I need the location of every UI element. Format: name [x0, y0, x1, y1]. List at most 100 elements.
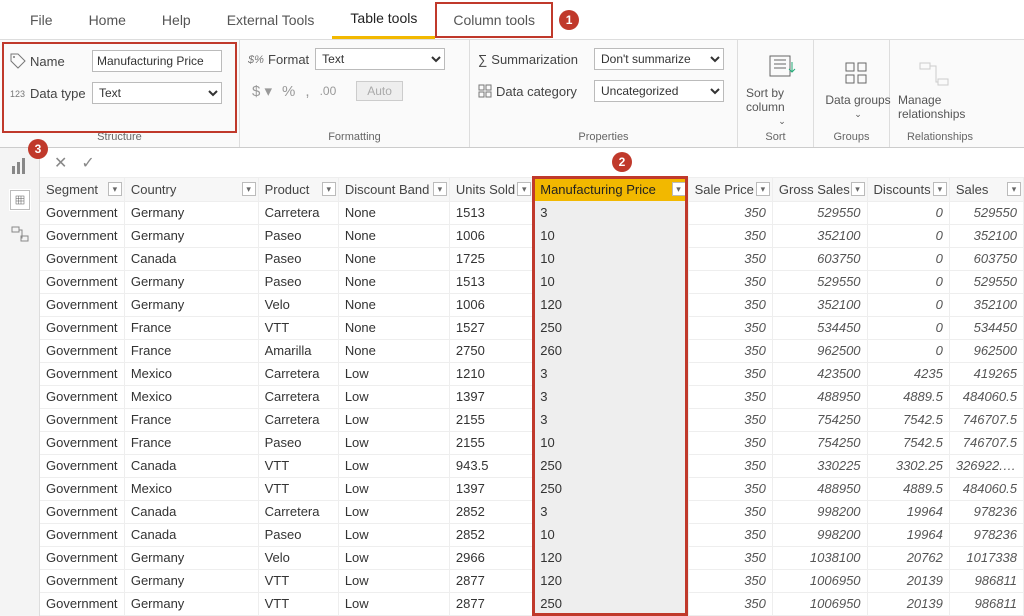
table-cell[interactable]: Paseo [258, 431, 338, 454]
table-cell[interactable]: 1513 [449, 201, 533, 224]
table-cell[interactable]: 484060.5 [949, 385, 1023, 408]
table-cell[interactable]: 534450 [772, 316, 867, 339]
table-cell[interactable]: Low [338, 523, 449, 546]
percent-icon[interactable]: % [282, 83, 295, 100]
table-cell[interactable]: 2750 [449, 339, 533, 362]
menu-external-tools[interactable]: External Tools [209, 2, 333, 38]
column-header[interactable]: Units Sold▾ [449, 178, 533, 201]
table-cell[interactable]: 19964 [867, 523, 949, 546]
table-cell[interactable]: None [338, 293, 449, 316]
table-cell[interactable]: 2877 [449, 592, 533, 615]
table-cell[interactable]: Germany [124, 569, 258, 592]
column-header[interactable]: Discounts▾ [867, 178, 949, 201]
table-cell[interactable]: 3 [534, 201, 688, 224]
table-cell[interactable]: None [338, 201, 449, 224]
table-cell[interactable]: 754250 [772, 408, 867, 431]
table-cell[interactable]: 0 [867, 201, 949, 224]
table-cell[interactable]: 1527 [449, 316, 533, 339]
table-cell[interactable]: 1038100 [772, 546, 867, 569]
table-cell[interactable]: 350 [688, 201, 772, 224]
table-cell[interactable]: 10 [534, 247, 688, 270]
auto-box[interactable]: Auto [356, 81, 403, 101]
table-cell[interactable]: Government [40, 477, 124, 500]
data-groups-button[interactable]: Data groups⌄ [822, 46, 894, 129]
table-row[interactable]: GovernmentGermanyVeloLow2966120350103810… [40, 546, 1024, 569]
table-cell[interactable]: 3 [534, 362, 688, 385]
name-input[interactable] [92, 50, 222, 72]
column-header[interactable]: Discount Band▾ [338, 178, 449, 201]
table-cell[interactable]: Carretera [258, 500, 338, 523]
table-cell[interactable]: Germany [124, 270, 258, 293]
table-cell[interactable]: Mexico [124, 385, 258, 408]
table-cell[interactable]: 260 [534, 339, 688, 362]
column-filter-icon[interactable]: ▾ [933, 182, 947, 196]
table-cell[interactable]: Paseo [258, 224, 338, 247]
cancel-formula-icon[interactable]: ✕ [54, 153, 67, 173]
table-cell[interactable]: 4235 [867, 362, 949, 385]
table-row[interactable]: GovernmentMexicoCarreteraLow121033504235… [40, 362, 1024, 385]
table-cell[interactable]: Canada [124, 247, 258, 270]
table-cell[interactable]: 250 [534, 316, 688, 339]
column-header[interactable]: Country▾ [124, 178, 258, 201]
table-cell[interactable]: Government [40, 569, 124, 592]
column-filter-icon[interactable]: ▾ [851, 182, 865, 196]
table-cell[interactable]: 488950 [772, 385, 867, 408]
column-filter-icon[interactable]: ▾ [517, 182, 531, 196]
table-cell[interactable]: Low [338, 546, 449, 569]
table-cell[interactable]: 746707.5 [949, 431, 1023, 454]
menu-home[interactable]: Home [71, 2, 144, 38]
table-cell[interactable]: 1006950 [772, 569, 867, 592]
table-cell[interactable]: 1397 [449, 385, 533, 408]
table-cell[interactable]: 754250 [772, 431, 867, 454]
table-cell[interactable]: 2852 [449, 523, 533, 546]
menu-file[interactable]: File [12, 2, 71, 38]
table-cell[interactable]: 350 [688, 339, 772, 362]
table-cell[interactable]: 350 [688, 408, 772, 431]
table-cell[interactable]: Low [338, 431, 449, 454]
table-cell[interactable]: 350 [688, 316, 772, 339]
table-cell[interactable]: 352100 [949, 293, 1023, 316]
table-cell[interactable]: 529550 [949, 270, 1023, 293]
column-header[interactable]: Segment▾ [40, 178, 124, 201]
table-row[interactable]: GovernmentFrancePaseoLow2155103507542507… [40, 431, 1024, 454]
table-cell[interactable]: 350 [688, 362, 772, 385]
table-cell[interactable]: 978236 [949, 500, 1023, 523]
column-filter-icon[interactable]: ▾ [108, 182, 122, 196]
table-cell[interactable]: 529550 [949, 201, 1023, 224]
column-filter-icon[interactable]: ▾ [242, 182, 256, 196]
table-cell[interactable]: 2966 [449, 546, 533, 569]
table-cell[interactable]: 120 [534, 569, 688, 592]
table-row[interactable]: GovernmentGermanyCarreteraNone1513335052… [40, 201, 1024, 224]
table-cell[interactable]: Government [40, 546, 124, 569]
table-cell[interactable]: Government [40, 431, 124, 454]
table-cell[interactable]: 350 [688, 293, 772, 316]
table-cell[interactable]: Low [338, 477, 449, 500]
table-cell[interactable]: 962500 [949, 339, 1023, 362]
table-cell[interactable]: Government [40, 201, 124, 224]
report-view-icon[interactable] [10, 156, 30, 176]
table-row[interactable]: GovernmentGermanyPaseoNone15131035052955… [40, 270, 1024, 293]
column-header[interactable]: Sale Price▾ [688, 178, 772, 201]
table-cell[interactable]: Government [40, 385, 124, 408]
table-cell[interactable]: 0 [867, 247, 949, 270]
table-row[interactable]: GovernmentGermanyPaseoNone10061035035210… [40, 224, 1024, 247]
table-cell[interactable]: Germany [124, 224, 258, 247]
table-cell[interactable]: 10 [534, 224, 688, 247]
table-cell[interactable]: 7542.5 [867, 431, 949, 454]
table-cell[interactable]: 7542.5 [867, 408, 949, 431]
category-select[interactable]: Uncategorized [594, 80, 724, 102]
table-cell[interactable]: 0 [867, 339, 949, 362]
datatype-select[interactable]: Text [92, 82, 222, 104]
table-cell[interactable]: Paseo [258, 523, 338, 546]
table-cell[interactable]: 350 [688, 546, 772, 569]
table-cell[interactable]: Government [40, 523, 124, 546]
table-cell[interactable]: 1725 [449, 247, 533, 270]
table-cell[interactable]: 350 [688, 500, 772, 523]
model-view-icon[interactable] [10, 224, 30, 244]
table-cell[interactable]: Low [338, 569, 449, 592]
table-cell[interactable]: 962500 [772, 339, 867, 362]
table-cell[interactable]: 1006 [449, 293, 533, 316]
table-cell[interactable]: 1017338 [949, 546, 1023, 569]
currency-icon[interactable]: $ ▾ [252, 82, 272, 100]
table-cell[interactable]: 2852 [449, 500, 533, 523]
